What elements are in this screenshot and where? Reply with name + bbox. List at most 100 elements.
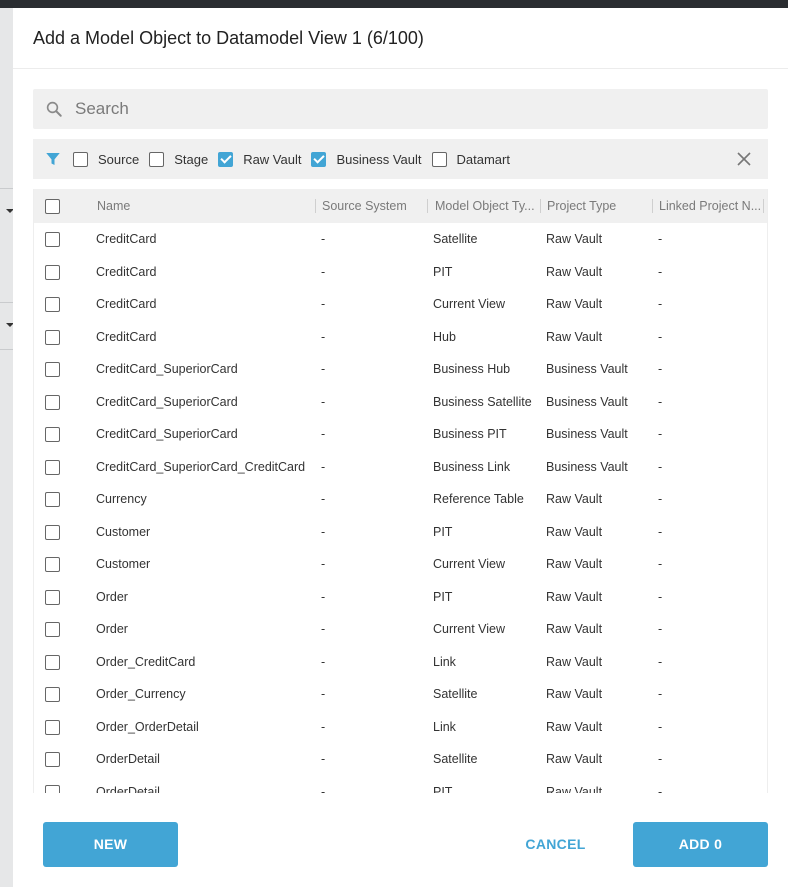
table-cell: - xyxy=(321,362,326,376)
table-cell: Business Satellite xyxy=(433,394,532,409)
row-checkbox[interactable] xyxy=(45,459,60,475)
column-separator[interactable] xyxy=(315,199,316,213)
table-row[interactable]: CreditCard - PIT Raw Vault - xyxy=(34,256,767,289)
filter-option-source[interactable]: Source xyxy=(73,151,139,167)
row-checkbox[interactable] xyxy=(45,784,60,793)
cancel-button[interactable]: CANCEL xyxy=(503,822,608,867)
row-checkbox[interactable] xyxy=(45,719,60,735)
table-row[interactable]: CreditCard_SuperiorCard - Business PIT Busi… xyxy=(34,418,767,451)
table-row[interactable]: CreditCard_SuperiorCard - Business Satelli… xyxy=(34,386,767,419)
table-cell: OrderDetail xyxy=(96,752,160,766)
row-checkbox[interactable] xyxy=(45,687,60,702)
filter-checkbox[interactable] xyxy=(149,151,165,167)
table-cell: Raw Vault xyxy=(546,329,603,344)
row-checkbox[interactable] xyxy=(45,654,60,670)
table-cell: CreditCard_SuperiorCard xyxy=(96,394,238,409)
dialog-header: Add a Model Object to Datamodel View 1 (… xyxy=(13,8,788,69)
table-cell: - xyxy=(658,264,663,279)
filter-label: Stage xyxy=(174,151,209,167)
column-header-name[interactable]: Name xyxy=(97,189,307,223)
table-row[interactable]: OrderDetail - PIT Raw Vault - xyxy=(34,776,767,794)
search-input[interactable] xyxy=(75,89,755,129)
column-header-linked-project[interactable]: Linked Project N... xyxy=(659,189,763,223)
search-box xyxy=(33,89,768,129)
table-row[interactable]: Customer - PIT Raw Vault - xyxy=(34,516,767,549)
table-cell: - xyxy=(321,329,326,344)
table-row[interactable]: Order_OrderDetail - Link Raw Vault - xyxy=(34,711,767,744)
table-row[interactable]: Order_CreditCard - Link Raw Vault - xyxy=(34,646,767,679)
table-cell: - xyxy=(658,329,663,344)
background-panel xyxy=(0,8,14,887)
filter-option-datamart[interactable]: Datamart xyxy=(431,151,510,167)
table-cell: - xyxy=(321,297,326,311)
column-header-source-system[interactable]: Source System xyxy=(322,189,427,223)
column-separator[interactable] xyxy=(427,199,428,213)
model-object-table: Name Source System Model Object Ty... Pr… xyxy=(33,189,768,793)
add-button[interactable]: ADD 0 xyxy=(633,822,768,867)
table-row[interactable]: Currency - Reference Table Raw Vault - xyxy=(34,483,767,516)
filter-checkbox[interactable] xyxy=(73,151,88,167)
filter-checkbox[interactable] xyxy=(431,151,447,167)
row-checkbox[interactable] xyxy=(45,557,60,572)
new-button[interactable]: NEW xyxy=(43,822,178,867)
row-checkbox[interactable] xyxy=(45,362,60,377)
table-cell: Customer xyxy=(96,524,151,539)
row-checkbox[interactable] xyxy=(45,492,60,507)
filter-checkbox[interactable] xyxy=(218,151,234,167)
table-cell: Raw Vault xyxy=(546,297,603,311)
table-row[interactable]: CreditCard - Current View Raw Vault - xyxy=(34,288,767,321)
table-cell: Raw Vault xyxy=(546,557,603,571)
filter-option-stage[interactable]: Stage xyxy=(149,151,209,167)
select-all-checkbox[interactable] xyxy=(45,199,60,214)
table-cell: - xyxy=(321,654,326,669)
table-cell: Current View xyxy=(433,622,506,636)
table-row[interactable]: Order - PIT Raw Vault - xyxy=(34,581,767,614)
table-row[interactable]: OrderDetail - Satellite Raw Vault - xyxy=(34,743,767,776)
table-cell: Reference Table xyxy=(433,492,524,506)
table-cell: Raw Vault xyxy=(546,492,603,506)
table-cell: - xyxy=(321,719,326,734)
table-cell: - xyxy=(658,232,663,246)
background-divider xyxy=(0,349,13,350)
table-row[interactable]: CreditCard - Hub Raw Vault - xyxy=(34,321,767,354)
filter-option-business-vault[interactable]: Business Vault xyxy=(311,151,422,167)
table-row[interactable]: Order_Currency - Satellite Raw Vault - xyxy=(34,678,767,711)
filter-option-raw-vault[interactable]: Raw Vault xyxy=(218,151,302,167)
table-cell: Satellite xyxy=(433,752,478,766)
row-checkbox[interactable] xyxy=(45,297,60,312)
row-checkbox[interactable] xyxy=(45,622,60,637)
filter-label: Raw Vault xyxy=(243,151,302,167)
table-cell: Raw Vault xyxy=(546,784,603,794)
row-checkbox[interactable] xyxy=(45,752,60,767)
column-separator[interactable] xyxy=(763,199,764,213)
background-top-bar xyxy=(0,0,788,8)
row-checkbox[interactable] xyxy=(45,589,60,605)
table-row[interactable]: Order - Current View Raw Vault - xyxy=(34,613,767,646)
filter-checkbox[interactable] xyxy=(311,151,327,167)
table-row[interactable]: CreditCard_SuperiorCard_CreditCard - Busin… xyxy=(34,451,767,484)
table-cell: - xyxy=(321,427,326,441)
filter-icon xyxy=(46,153,60,165)
table-cell: Raw Vault xyxy=(546,752,603,766)
row-checkbox[interactable] xyxy=(45,394,60,410)
column-separator[interactable] xyxy=(540,199,541,213)
table-row[interactable]: Customer - Current View Raw Vault - xyxy=(34,548,767,581)
table-cell: - xyxy=(658,589,663,604)
table-cell: - xyxy=(658,394,663,409)
row-checkbox[interactable] xyxy=(45,232,60,247)
table-cell: - xyxy=(658,492,663,506)
row-checkbox[interactable] xyxy=(45,264,60,280)
table-cell: Business Vault xyxy=(546,427,628,441)
table-row[interactable]: CreditCard_SuperiorCard - Business Hub Busi… xyxy=(34,353,767,386)
column-header-model-object-type[interactable]: Model Object Ty... xyxy=(435,189,540,223)
column-separator[interactable] xyxy=(652,199,653,213)
column-header-project-type[interactable]: Project Type xyxy=(547,189,647,223)
close-icon[interactable] xyxy=(736,151,752,167)
row-checkbox[interactable] xyxy=(45,329,60,345)
table-cell: Customer xyxy=(96,557,151,571)
table-cell: - xyxy=(321,687,326,701)
filter-options: Source Stage Raw Vault Business Vault Datama… xyxy=(73,151,520,167)
table-row[interactable]: CreditCard - Satellite Raw Vault - xyxy=(34,223,767,256)
row-checkbox[interactable] xyxy=(45,427,60,442)
row-checkbox[interactable] xyxy=(45,524,60,540)
